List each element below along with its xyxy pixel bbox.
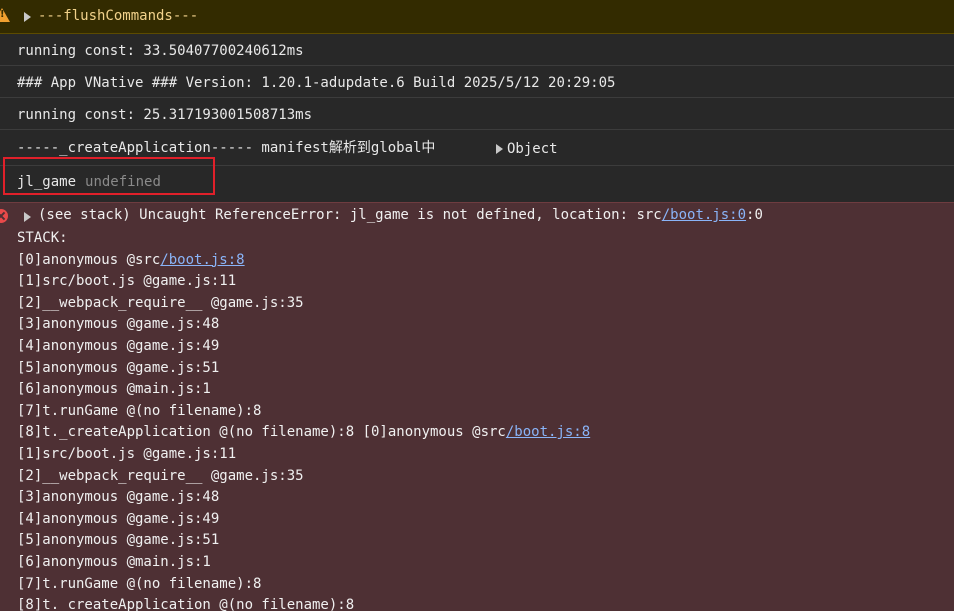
stack-frame: [8]t._createApplication @(no filename):8 — [17, 595, 590, 611]
expand-triangle-icon[interactable] — [24, 212, 31, 222]
log-message: running const: 33.50407700240612ms — [0, 34, 954, 66]
error-message: (see stack) Uncaught ReferenceError: jl_… — [0, 202, 954, 611]
object-label: Object — [507, 141, 558, 157]
stack-frame-text: [3]anonymous @game.js:48 — [17, 316, 220, 333]
stack-frame: [5]anonymous @game.js:51 — [17, 530, 590, 552]
stack-frame-text: [7]t.runGame @(no filename):8 — [17, 575, 262, 592]
stack-label: STACK: — [17, 230, 68, 246]
log-message: running const: 25.317193001508713ms — [0, 98, 954, 130]
object-expander[interactable]: Object — [496, 141, 558, 157]
warning-icon — [0, 8, 10, 22]
stack-frame-text: [4]anonymous @game.js:49 — [17, 337, 220, 354]
stack-frame: [3]anonymous @game.js:48 — [17, 314, 590, 336]
stack-frame-text: [1]src/boot.js @game.js:11 — [17, 445, 237, 462]
stack-frame: [6]anonymous @main.js:1 — [17, 552, 590, 574]
stack-frame-text: [4]anonymous @game.js:49 — [17, 510, 220, 527]
highlight-box — [3, 157, 215, 195]
stack-frame-text: [5]anonymous @game.js:51 — [17, 359, 220, 376]
stack-frame: [7]t.runGame @(no filename):8 — [17, 401, 590, 423]
stack-frame-text: [0]anonymous @src — [17, 251, 161, 268]
source-link[interactable]: /boot.js:8 — [506, 424, 590, 440]
log-text: running const: 33.50407700240612ms — [17, 43, 304, 59]
source-link[interactable]: /boot.js:0 — [662, 207, 746, 223]
stack-frame-text: [1]src/boot.js @game.js:11 — [17, 273, 237, 290]
stack-frame-text: [2]__webpack_require__ @game.js:35 — [17, 467, 304, 484]
stack-frame: [4]anonymous @game.js:49 — [17, 336, 590, 358]
error-headline: (see stack) Uncaught ReferenceError: jl_… — [38, 207, 763, 223]
warning-message[interactable]: ---flushCommands--- — [0, 0, 954, 34]
log-text: running const: 25.317193001508713ms — [17, 107, 313, 123]
stack-frame-text: [2]__webpack_require__ @game.js:35 — [17, 294, 304, 311]
stack-frame: [1]src/boot.js @game.js:11 — [17, 271, 590, 293]
devtools-console: ---flushCommands--- running const: 33.50… — [0, 0, 954, 611]
expand-triangle-icon[interactable] — [496, 144, 503, 154]
stack-frame: [6]anonymous @main.js:1 — [17, 379, 590, 401]
stack-frame: [2]__webpack_require__ @game.js:35 — [17, 466, 590, 488]
stack-frame: [2]__webpack_require__ @game.js:35 — [17, 293, 590, 315]
stack-trace: STACK: [0]anonymous @src/boot.js:8 [1]src… — [17, 228, 590, 611]
log-text: -----_createApplication----- manifest解析到… — [17, 140, 436, 156]
stack-frame-text: [3]anonymous @game.js:48 — [17, 489, 220, 506]
stack-frame-text: [6]anonymous @main.js:1 — [17, 381, 211, 398]
source-link[interactable]: /boot.js:8 — [160, 252, 244, 268]
error-icon — [0, 209, 8, 223]
stack-frame-text: [6]anonymous @main.js:1 — [17, 553, 211, 570]
expand-triangle-icon[interactable] — [24, 12, 31, 22]
stack-frame: [8]t._createApplication @(no filename):8… — [17, 422, 590, 444]
log-message: ### App VNative ### Version: 1.20.1-adup… — [0, 66, 954, 98]
stack-frame: [3]anonymous @game.js:48 — [17, 487, 590, 509]
stack-frame: [0]anonymous @src/boot.js:8 — [17, 250, 590, 272]
stack-frame-text: [5]anonymous @game.js:51 — [17, 532, 220, 549]
stack-frame: [7]t.runGame @(no filename):8 — [17, 574, 590, 596]
stack-frame-text: [8]t._createApplication @(no filename):8… — [17, 424, 506, 441]
error-text: (see stack) Uncaught ReferenceError: jl_… — [38, 207, 662, 223]
stack-frame: [1]src/boot.js @game.js:11 — [17, 444, 590, 466]
error-suffix: :0 — [746, 207, 763, 223]
warning-text: ---flushCommands--- — [38, 8, 199, 24]
log-text: ### App VNative ### Version: 1.20.1-adup… — [17, 75, 616, 91]
stack-frame: [5]anonymous @game.js:51 — [17, 358, 590, 380]
stack-frame-text: [7]t.runGame @(no filename):8 — [17, 402, 262, 419]
stack-frame-text: [8]t._createApplication @(no filename):8 — [17, 597, 355, 611]
stack-frame: [4]anonymous @game.js:49 — [17, 509, 590, 531]
stack-frames: [0]anonymous @src/boot.js:8 [1]src/boot.j… — [17, 250, 590, 611]
